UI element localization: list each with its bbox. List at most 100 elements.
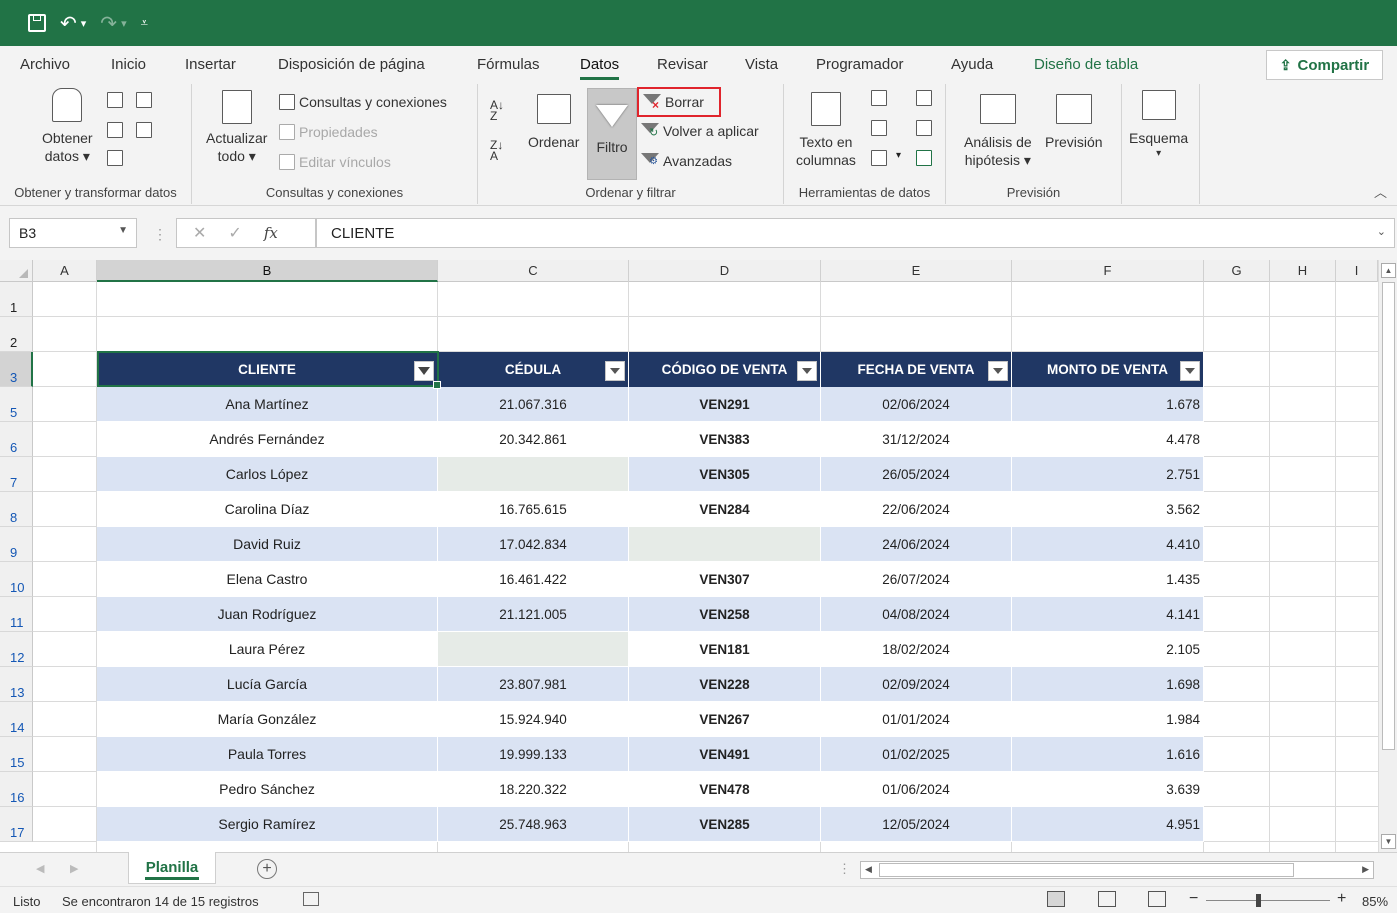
row-header-10[interactable]: 10 (0, 562, 33, 597)
table-cell-monto-de-venta[interactable]: 1.616 (1012, 737, 1204, 772)
table-cell-cedula[interactable]: 23.807.981 (438, 667, 629, 702)
worksheet-grid[interactable]: ABCDEFGHI 1 2 3 5 6 7 8 9 10 11 12 13 14 15 16 17 CLIENT… (0, 260, 1397, 852)
clear-filter-button[interactable]: × Borrar (637, 87, 721, 117)
tab-formulas[interactable]: Fórmulas (477, 56, 540, 73)
table-cell-fecha-de-venta[interactable]: 02/06/2024 (821, 387, 1012, 422)
table-cell-codigo-de-venta[interactable]: VEN305 (629, 457, 821, 492)
redo-button[interactable]: ↷ ▾ (100, 11, 126, 36)
table-cell-monto-de-venta[interactable]: 2.751 (1012, 457, 1204, 492)
relationships-icon[interactable] (916, 120, 932, 136)
table-cell-cedula[interactable] (438, 457, 629, 492)
table-header-monto-de-venta[interactable]: MONTO DE VENTA (1012, 352, 1204, 387)
column-header-a[interactable]: A (33, 260, 97, 282)
table-cell-fecha-de-venta[interactable]: 04/08/2024 (821, 597, 1012, 632)
row-header-16[interactable]: 16 (0, 772, 33, 807)
table-cell-cliente[interactable]: Andrés Fernández (97, 422, 438, 457)
insert-function-button[interactable]: fx (264, 224, 278, 242)
from-text-icon[interactable] (107, 92, 123, 108)
table-cell-monto-de-venta[interactable]: 2.105 (1012, 632, 1204, 667)
filter-dropdown-icon[interactable] (605, 361, 625, 381)
table-cell-fecha-de-venta[interactable]: 22/06/2024 (821, 492, 1012, 527)
filter-button[interactable]: Filtro (587, 88, 637, 180)
forecast-sheet-button[interactable]: Previsión (1045, 94, 1103, 150)
table-cell-fecha-de-venta[interactable]: 01/01/2024 (821, 702, 1012, 737)
collapse-ribbon-icon[interactable]: ︿ (1374, 182, 1387, 201)
column-header-i[interactable]: I (1336, 260, 1378, 282)
scroll-down-icon[interactable]: ▼ (1381, 834, 1396, 849)
table-cell-cedula[interactable]: 16.461.422 (438, 562, 629, 597)
table-cell-fecha-de-venta[interactable]: 12/05/2024 (821, 807, 1012, 842)
table-cell-cliente[interactable]: Carolina Díaz (97, 492, 438, 527)
column-header-c[interactable]: C (438, 260, 629, 282)
row-header-5[interactable]: 5 (0, 387, 33, 422)
row-header-17[interactable]: 17 (0, 807, 33, 842)
table-cell-fecha-de-venta[interactable]: 02/09/2024 (821, 667, 1012, 702)
horizontal-scroll-thumb[interactable] (879, 863, 1294, 877)
recent-sources-icon[interactable] (136, 92, 152, 108)
table-cell-cedula[interactable]: 19.999.133 (438, 737, 629, 772)
reapply-button[interactable]: ↻ Volver a aplicar (641, 122, 759, 140)
table-header-codigo-de-venta[interactable]: CÓDIGO DE VENTA (629, 352, 821, 387)
tab-archivo[interactable]: Archivo (20, 56, 70, 73)
table-cell-cliente[interactable]: Carlos López (97, 457, 438, 492)
table-cell-codigo-de-venta[interactable] (629, 527, 821, 562)
split-grip-icon[interactable]: ⋮ (838, 861, 851, 877)
page-break-view-icon[interactable] (1148, 891, 1166, 907)
existing-connections-icon[interactable] (136, 122, 152, 138)
table-cell-monto-de-venta[interactable]: 4.410 (1012, 527, 1204, 562)
table-cell-monto-de-venta[interactable]: 4.141 (1012, 597, 1204, 632)
table-cell-fecha-de-venta[interactable]: 31/12/2024 (821, 422, 1012, 457)
flash-fill-icon[interactable] (871, 90, 887, 106)
table-cell-monto-de-venta[interactable]: 4.951 (1012, 807, 1204, 842)
filter-dropdown-icon[interactable] (1180, 361, 1200, 381)
table-cell-cedula[interactable]: 21.067.316 (438, 387, 629, 422)
row-header-15[interactable]: 15 (0, 737, 33, 772)
tab-ayuda[interactable]: Ayuda (951, 56, 993, 73)
page-layout-view-icon[interactable] (1098, 891, 1116, 907)
sort-az-button[interactable]: A↓ Z (490, 99, 504, 122)
table-cell-cedula[interactable]: 17.042.834 (438, 527, 629, 562)
row-header-13[interactable]: 13 (0, 667, 33, 702)
data-model-icon[interactable] (916, 150, 932, 166)
row-header-9[interactable]: 9 (0, 527, 33, 562)
tab-diseno-de-tabla[interactable]: Diseño de tabla (1034, 56, 1138, 73)
enter-icon[interactable]: ✓ (228, 223, 241, 243)
column-header-d[interactable]: D (629, 260, 821, 282)
table-cell-cliente[interactable]: María González (97, 702, 438, 737)
table-cell-cliente[interactable]: Laura Pérez (97, 632, 438, 667)
zoom-in-button[interactable]: + (1337, 890, 1346, 908)
table-cell-fecha-de-venta[interactable]: 18/02/2024 (821, 632, 1012, 667)
table-cell-cliente[interactable]: Paula Torres (97, 737, 438, 772)
table-cell-monto-de-venta[interactable]: 1.435 (1012, 562, 1204, 597)
next-sheet-icon[interactable]: ▶ (70, 862, 78, 875)
cancel-icon[interactable]: ✕ (193, 223, 206, 243)
table-cell-monto-de-venta[interactable]: 1.984 (1012, 702, 1204, 737)
row-header-6[interactable]: 6 (0, 422, 33, 457)
name-box[interactable]: B3 ▼ (9, 218, 137, 248)
table-cell-codigo-de-venta[interactable]: VEN491 (629, 737, 821, 772)
sort-button[interactable]: Ordenar (528, 94, 579, 150)
filter-dropdown-icon[interactable] (988, 361, 1008, 381)
table-cell-codigo-de-venta[interactable]: VEN181 (629, 632, 821, 667)
save-icon[interactable] (28, 14, 46, 32)
macro-recording-icon[interactable] (303, 892, 319, 906)
data-validation-icon[interactable] (871, 150, 887, 166)
row-header-8[interactable]: 8 (0, 492, 33, 527)
outline-button[interactable]: Esquema ▾ (1129, 90, 1188, 159)
table-cell-codigo-de-venta[interactable]: VEN228 (629, 667, 821, 702)
prev-sheet-icon[interactable]: ◀ (36, 862, 44, 875)
tab-programador[interactable]: Programador (816, 56, 904, 73)
table-cell-cedula[interactable] (438, 632, 629, 667)
row-header-2[interactable]: 2 (0, 317, 33, 352)
text-to-columns-button[interactable]: Texto en columnas (796, 92, 856, 168)
table-cell-cliente[interactable]: Elena Castro (97, 562, 438, 597)
remove-duplicates-icon[interactable] (871, 120, 887, 136)
filter-dropdown-icon[interactable] (797, 361, 817, 381)
table-cell-codigo-de-venta[interactable]: VEN258 (629, 597, 821, 632)
row-header-11[interactable]: 11 (0, 597, 33, 632)
tab-inicio[interactable]: Inicio (111, 56, 146, 73)
table-cell-monto-de-venta[interactable]: 3.639 (1012, 772, 1204, 807)
share-button[interactable]: ⇪ Compartir (1266, 50, 1383, 80)
row-header-7[interactable]: 7 (0, 457, 33, 492)
expand-formula-bar-icon[interactable]: ⌄ (1377, 225, 1386, 238)
